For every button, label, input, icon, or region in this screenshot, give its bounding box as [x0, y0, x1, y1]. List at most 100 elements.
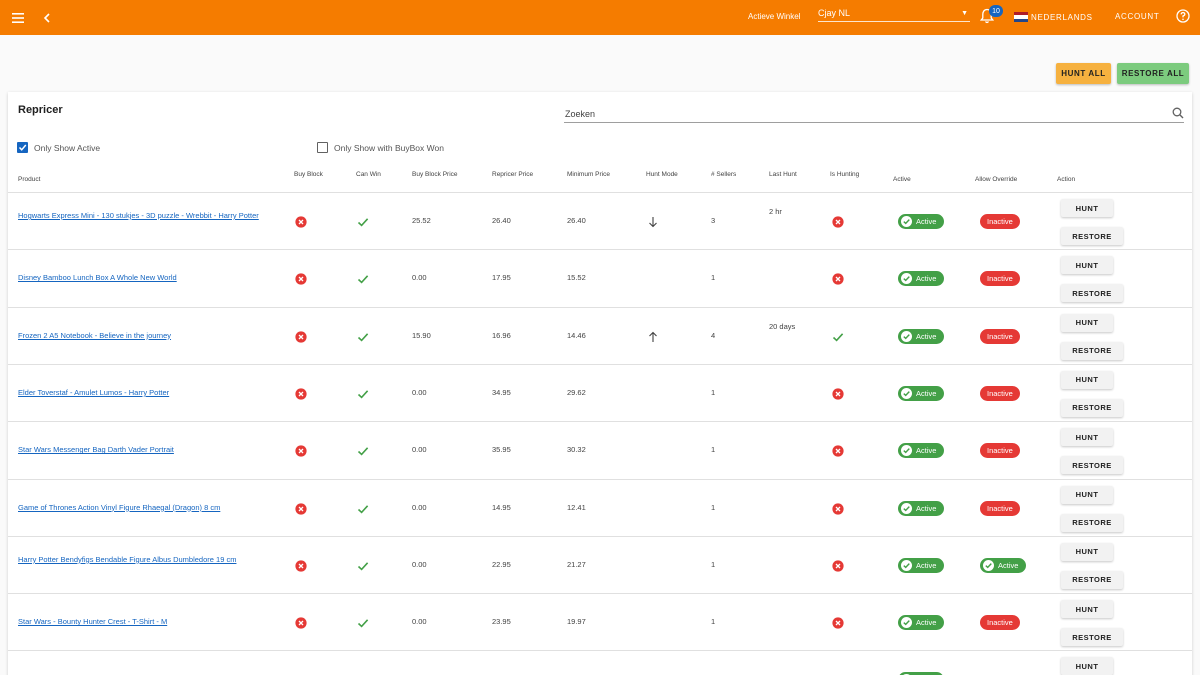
buy-block-price: 0.00 — [412, 273, 427, 283]
active-status-chip[interactable]: Active — [898, 328, 945, 344]
inactive-chip-label: Inactive — [987, 503, 1013, 513]
product-link[interactable]: Disney Bamboo Lunch Box A Whole New Worl… — [18, 272, 278, 283]
active-status-chip[interactable]: Active — [898, 615, 945, 631]
restore-button[interactable]: RESTORE — [1061, 341, 1123, 360]
can-win-yes-icon — [357, 502, 369, 514]
sellers-count: 3 — [711, 216, 716, 225]
repricer-price: 14.95 — [492, 502, 511, 512]
buy-block-no-icon — [295, 502, 307, 515]
column-header-is-hunting: Is Hunting — [830, 171, 860, 178]
product-link[interactable]: Star Wars Messenger Bag Darth Vader Port… — [18, 444, 278, 455]
hunt-button[interactable]: HUNT — [1061, 428, 1113, 447]
allow-override-chip[interactable]: Inactive — [980, 328, 1020, 344]
active-status-chip[interactable]: Active — [898, 214, 945, 229]
buy-block-no-icon — [295, 444, 307, 457]
is-hunting-no-icon — [832, 616, 844, 629]
product-link[interactable]: Frozen 2 A5 Notebook - Believe in the jo… — [18, 330, 278, 341]
hunt-button[interactable]: HUNT — [1061, 313, 1113, 332]
restore-button[interactable]: RESTORE — [1061, 398, 1123, 417]
buy-block-price: 0.00 — [412, 387, 427, 397]
column-header-last-hunt: Last Hunt — [769, 171, 797, 178]
hunt-button[interactable]: HUNT — [1061, 199, 1113, 217]
sellers-count: 1 — [711, 617, 716, 627]
restore-button[interactable]: RESTORE — [1061, 570, 1123, 589]
allow-override-chip[interactable]: Active — [980, 557, 1027, 573]
product-link[interactable]: Star Wars - Bounty Hunter Crest - T-Shir… — [18, 616, 278, 627]
active-chip-label: Active — [916, 217, 937, 226]
product-link[interactable]: Elder Toverstaf - Amulet Lumos - Harry P… — [18, 387, 278, 398]
minimum-price: 26.40 — [567, 216, 586, 225]
restore-all-button[interactable]: RESTORE ALL — [1117, 63, 1189, 84]
minimum-price: 21.27 — [567, 559, 586, 569]
active-status-chip[interactable]: Active — [898, 271, 945, 287]
language-label: NEDERLANDS — [1031, 12, 1093, 22]
allow-override-chip[interactable]: Inactive — [980, 271, 1020, 287]
hunt-button[interactable]: HUNT — [1061, 256, 1113, 275]
hunt-button[interactable]: HUNT — [1061, 600, 1113, 619]
active-status-chip[interactable]: Active — [898, 443, 945, 459]
checkbox-unchecked-icon — [317, 142, 328, 153]
sellers-count: 1 — [711, 387, 716, 397]
product-link[interactable]: Harry Potter Bendyfigs Bendable Figure A… — [18, 554, 278, 565]
account-menu[interactable]: ACCOUNT — [1115, 12, 1159, 21]
chevron-left-icon[interactable] — [38, 0, 56, 35]
can-win-yes-icon — [357, 387, 369, 399]
can-win-yes-icon — [357, 616, 369, 628]
minimum-price: 30.32 — [567, 445, 586, 455]
hunt-all-button[interactable]: HUNT ALL — [1056, 63, 1111, 84]
is-hunting-no-icon — [832, 387, 844, 400]
restore-button[interactable]: RESTORE — [1061, 456, 1123, 475]
restore-button[interactable]: RESTORE — [1061, 628, 1123, 647]
last-hunt: 20 days — [769, 321, 796, 331]
active-chip-label: Active — [916, 560, 937, 570]
allow-override-chip[interactable]: Inactive — [980, 214, 1020, 229]
only-show-buybox-won-label: Only Show with BuyBox Won — [334, 142, 444, 153]
repricer-price: 26.40 — [492, 216, 511, 225]
active-chip-label: Active — [916, 503, 937, 513]
minimum-price: 15.52 — [567, 273, 586, 283]
column-header-allow-override: Allow Override — [975, 176, 1018, 183]
restore-button[interactable]: RESTORE — [1061, 513, 1123, 532]
hunt-button[interactable]: HUNT — [1061, 370, 1113, 389]
column-header-sellers: # Sellers — [711, 171, 737, 178]
search-input[interactable] — [564, 105, 1144, 123]
can-win-yes-icon — [357, 215, 369, 227]
restore-button[interactable]: RESTORE — [1061, 284, 1123, 303]
allow-override-chip[interactable]: Inactive — [980, 500, 1020, 516]
store-select[interactable]: Cjay NL ▼ — [818, 6, 970, 22]
buy-block-price: 15.90 — [412, 330, 431, 340]
product-link[interactable]: Hogwarts Express Mini - 130 stukjes - 3D… — [18, 210, 278, 221]
restore-button[interactable]: RESTORE — [1061, 227, 1123, 245]
column-header-buy-block: Buy Block — [294, 171, 323, 178]
active-status-chip[interactable]: Active — [898, 557, 945, 573]
active-status-chip[interactable]: Active — [898, 385, 945, 401]
hunt-button[interactable]: HUNT — [1061, 485, 1113, 504]
language-selector[interactable]: NEDERLANDS — [1014, 12, 1093, 22]
allow-override-chip[interactable]: Inactive — [980, 385, 1020, 401]
column-header-action: Action — [1057, 176, 1076, 183]
table-row: Game of Thrones Action Vinyl Figure Rhae… — [8, 478, 1192, 536]
column-header-can-win: Can Win — [356, 171, 381, 178]
repricer-card: Repricer Only Show Active Only Show with… — [8, 92, 1192, 675]
hunt-button[interactable]: HUNT — [1061, 542, 1113, 561]
only-show-active-checkbox[interactable]: Only Show Active — [17, 142, 100, 153]
only-show-buybox-won-checkbox[interactable]: Only Show with BuyBox Won — [317, 142, 444, 153]
hunt-button[interactable]: HUNT — [1061, 657, 1113, 675]
is-hunting-no-icon — [832, 444, 844, 457]
allow-override-chip[interactable]: Inactive — [980, 615, 1020, 631]
minimum-price: 14.46 — [567, 330, 586, 340]
product-link[interactable]: Game of Thrones Action Vinyl Figure Rhae… — [18, 502, 278, 513]
search-icon[interactable] — [1172, 107, 1184, 119]
active-status-chip[interactable]: Active — [898, 500, 945, 516]
help-icon[interactable] — [1176, 9, 1192, 25]
only-show-active-label: Only Show Active — [34, 142, 101, 153]
arrow-down-icon — [648, 215, 658, 228]
column-header-repricer-price: Repricer Price — [492, 171, 534, 178]
can-win-yes-icon — [357, 559, 369, 571]
active-chip-label: Active — [916, 388, 937, 398]
search-field — [564, 104, 1184, 123]
allow-override-chip[interactable]: Inactive — [980, 443, 1020, 459]
buy-block-price: 0.00 — [412, 502, 427, 512]
table-row: Hogwarts Express Mini - 130 stukjes - 3D… — [8, 192, 1192, 249]
hamburger-menu-icon[interactable] — [8, 0, 28, 35]
